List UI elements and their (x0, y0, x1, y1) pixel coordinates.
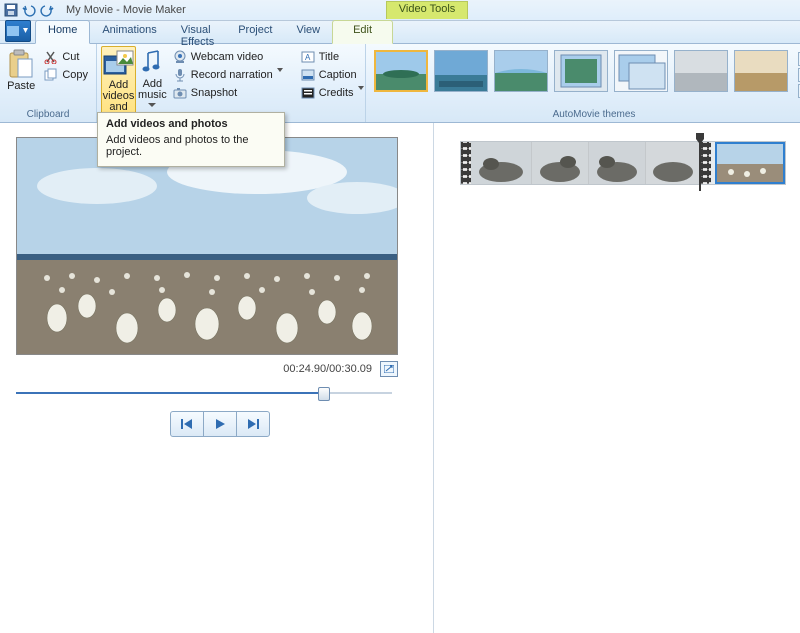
tooltip-body: Add videos and photos to the project. (106, 134, 276, 158)
camera-icon (173, 86, 187, 100)
webcam-icon (173, 50, 187, 64)
preview-pane: 00:24.90/00:30.09 (0, 123, 434, 633)
paste-icon (7, 49, 35, 79)
timeline-clip[interactable] (471, 142, 532, 184)
tab-edit[interactable]: Edit (332, 20, 393, 44)
titlebar: My Movie - Movie Maker Video Tools (0, 0, 800, 21)
next-frame-icon (246, 418, 260, 430)
record-narration-button[interactable]: Record narration (169, 66, 295, 83)
theme-thumb-2[interactable] (434, 50, 488, 92)
prev-frame-button[interactable] (170, 411, 204, 437)
undo-icon[interactable] (22, 3, 36, 17)
tab-home[interactable]: Home (35, 20, 90, 44)
seek-slider[interactable] (16, 389, 392, 397)
title-button[interactable]: A Title (297, 48, 376, 65)
title-label: Title (319, 51, 339, 63)
theme-thumb-5[interactable] (614, 50, 668, 92)
theme-thumb-3[interactable] (494, 50, 548, 92)
microphone-icon (173, 68, 187, 82)
playhead[interactable] (696, 133, 704, 193)
seek-fill (16, 392, 324, 394)
timeline-clip[interactable] (646, 142, 701, 184)
window-title: My Movie - Movie Maker (58, 4, 186, 16)
group-themes-label: AutoMovie themes (370, 109, 800, 122)
timeline-strip[interactable] (460, 141, 786, 185)
music-icon (140, 49, 164, 77)
title-icon: A (301, 50, 315, 64)
tab-project[interactable]: Project (226, 21, 284, 43)
caption-button[interactable]: Caption (297, 66, 376, 83)
group-clipboard: Paste Cut Copy Clipboard (0, 44, 97, 122)
timeline-clip-selected[interactable] (715, 142, 785, 184)
chevron-down-icon (277, 68, 291, 82)
paste-label: Paste (7, 81, 35, 92)
paste-button[interactable]: Paste (4, 46, 38, 109)
time-counter: 00:24.90/00:30.09 (283, 363, 372, 375)
save-icon[interactable] (4, 3, 18, 17)
ribbon-tabs: Home Animations Visual Effects Project V… (0, 21, 800, 44)
theme-thumb-6[interactable] (674, 50, 728, 92)
record-narration-label: Record narration (191, 69, 273, 81)
chevron-down-icon (148, 103, 156, 107)
tab-animations[interactable]: Animations (90, 21, 168, 43)
copy-icon (44, 68, 58, 82)
webcam-label: Webcam video (191, 51, 264, 63)
caption-icon (301, 68, 315, 82)
cut-icon (44, 50, 58, 64)
next-frame-button[interactable] (236, 411, 270, 437)
group-clipboard-label: Clipboard (4, 109, 92, 122)
copy-label: Copy (62, 69, 88, 81)
workspace: 00:24.90/00:30.09 (0, 123, 800, 633)
preview-monitor[interactable] (16, 137, 398, 355)
tooltip: Add videos and photos Add videos and pho… (97, 112, 285, 167)
copy-button[interactable]: Copy (40, 66, 92, 83)
tooltip-title: Add videos and photos (106, 118, 276, 130)
credits-button[interactable]: Credits (297, 84, 376, 101)
timeline-clip[interactable] (589, 142, 646, 184)
snapshot-label: Snapshot (191, 87, 237, 99)
caption-label: Caption (319, 69, 357, 81)
theme-thumb-1[interactable] (374, 50, 428, 92)
cut-label: Cut (62, 51, 79, 63)
fullscreen-icon (384, 365, 394, 373)
timeline-pane[interactable] (434, 123, 800, 633)
fullscreen-button[interactable] (380, 361, 398, 377)
playback-controls (16, 411, 423, 437)
theme-thumb-4[interactable] (554, 50, 608, 92)
credits-icon (301, 86, 315, 100)
cut-button[interactable]: Cut (40, 48, 92, 65)
svg-text:A: A (305, 53, 311, 62)
contextual-tab-group: Video Tools (386, 1, 468, 19)
add-music-label: Add music (138, 79, 167, 101)
file-menu-icon (6, 25, 30, 37)
group-add: Add videos and photos Add music Webcam v… (97, 44, 366, 122)
webcam-video-button[interactable]: Webcam video (169, 48, 295, 65)
play-button[interactable] (203, 411, 237, 437)
timeline-clip[interactable] (532, 142, 589, 184)
theme-thumb-7[interactable] (734, 50, 788, 92)
snapshot-button[interactable]: Snapshot (169, 84, 295, 101)
play-icon (214, 418, 226, 430)
group-themes: ▲ ▼ ▾ AutoMovie themes (366, 44, 800, 122)
prev-frame-icon (180, 418, 194, 430)
add-videos-photos-icon (103, 50, 135, 78)
credits-label: Credits (319, 87, 354, 99)
tab-view[interactable]: View (284, 21, 332, 43)
tab-visual-effects[interactable]: Visual Effects (169, 21, 226, 43)
seek-thumb[interactable] (318, 387, 330, 401)
redo-icon[interactable] (40, 3, 54, 17)
film-edge-left (461, 142, 471, 184)
file-menu-button[interactable] (5, 20, 31, 42)
